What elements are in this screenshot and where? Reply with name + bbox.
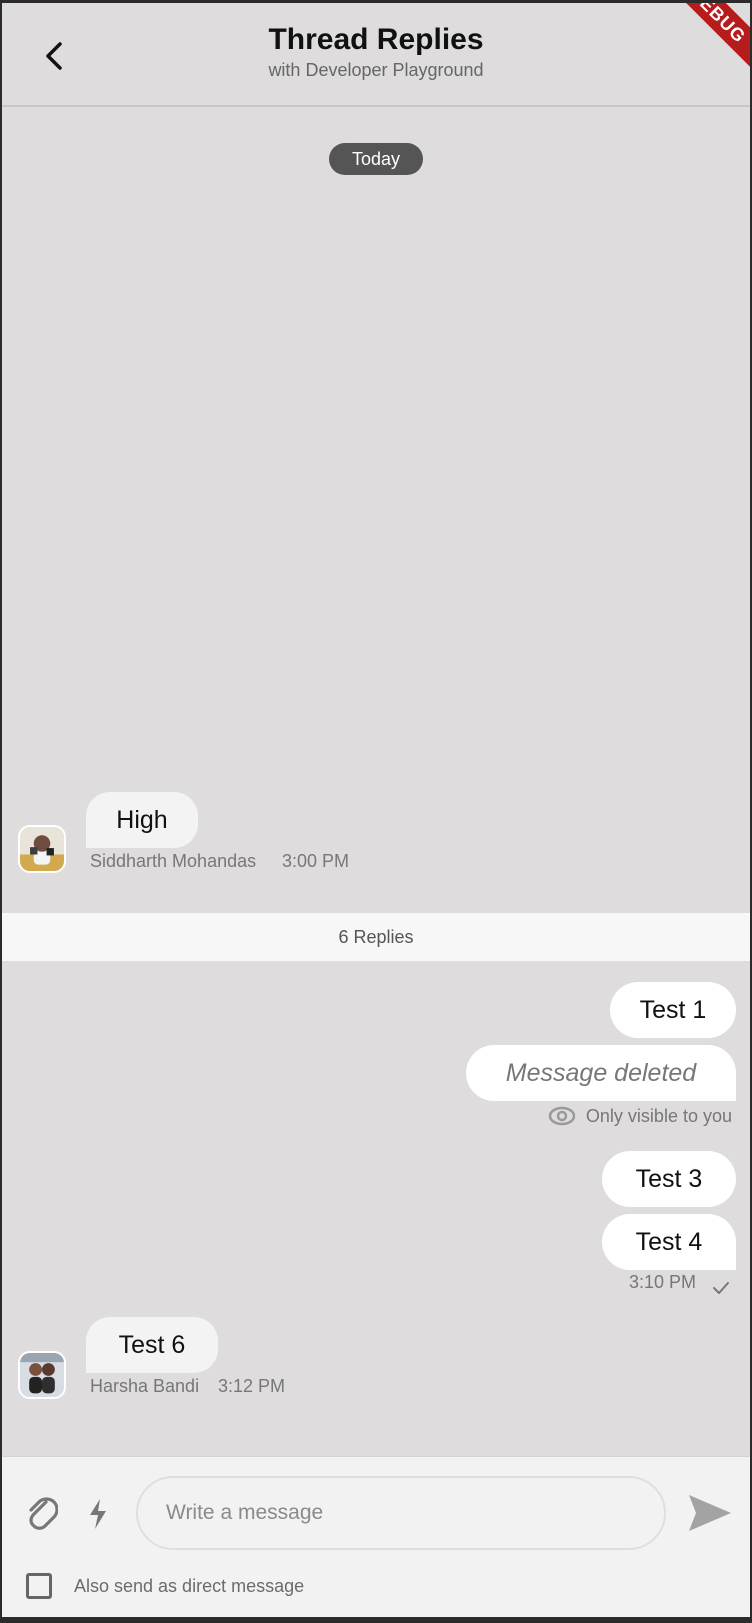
direct-message-option: Also send as direct message [26,1573,304,1599]
message-input[interactable] [136,1476,666,1550]
reply-message-bubble[interactable]: Test 1 [610,982,736,1038]
direct-message-label: Also send as direct message [74,1575,305,1596]
paperclip-icon [29,1497,58,1530]
send-button[interactable] [686,1491,734,1535]
message-composer: Also send as direct message [2,1456,750,1617]
deleted-message-bubble[interactable]: Message deleted [466,1045,736,1101]
direct-message-checkbox[interactable] [26,1573,52,1599]
send-icon [689,1495,731,1531]
check-icon [713,1282,729,1294]
thread-replies-screen: Thread Replies with Developer Playground… [2,3,750,1617]
parent-message-bubble[interactable]: High [86,792,198,848]
parent-message-time: 3:00 PM [282,851,350,871]
visibility-note: Only visible to you [548,1105,732,1127]
app-header: Thread Replies with Developer Playground… [2,3,750,107]
avatar [18,825,66,873]
commands-button[interactable] [84,1495,112,1533]
reply-time: 3:12 PM [218,1376,286,1396]
replies-count-bar: 6 Replies [2,913,750,961]
user-avatar-icon [20,1353,64,1397]
reply-message-bubble[interactable]: Test 4 [602,1214,736,1270]
user-avatar-icon [20,827,64,871]
bolt-icon [90,1499,106,1529]
attach-button[interactable] [22,1493,60,1535]
eye-icon [548,1106,576,1126]
page-title: Thread Replies [268,23,484,56]
avatar [18,1351,66,1399]
page-subtitle: with Developer Playground [268,60,484,80]
reply-author: Harsha Bandi [90,1376,200,1396]
visibility-note-text: Only visible to you [585,1105,732,1126]
parent-message-author: Siddharth Mohandas [90,851,257,871]
reply-message-bubble[interactable]: Test 6 [86,1317,218,1373]
date-separator: Today [329,143,423,175]
reply-time: 3:10 PM [628,1272,696,1292]
reply-message-bubble[interactable]: Test 3 [602,1151,736,1207]
